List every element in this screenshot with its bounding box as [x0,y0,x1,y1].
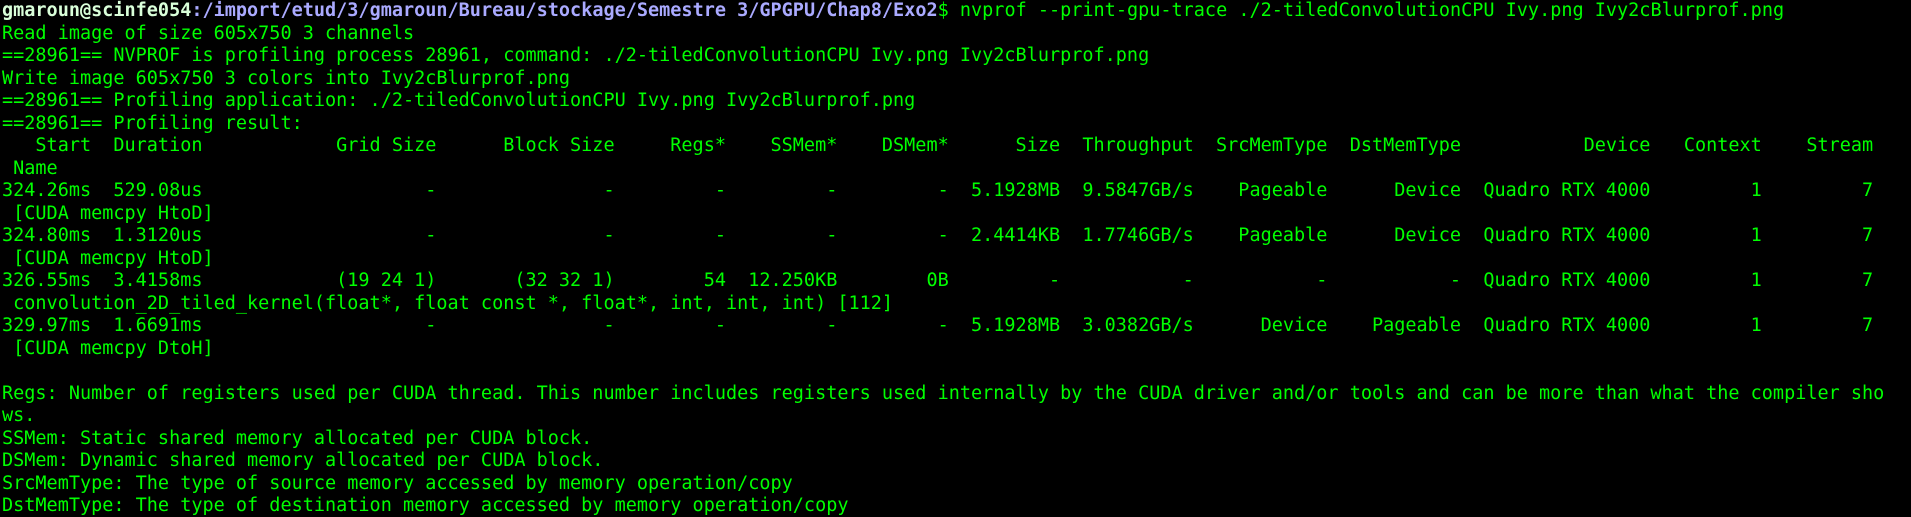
trace-row: 329.97ms 1.6691ms - - - - - 5.1928MB 3.0… [2,315,1874,336]
trace-row: 326.55ms 3.4158ms (19 24 1) (32 32 1) 54… [2,270,1874,291]
legend-line: DstMemType: The type of destination memo… [2,495,849,516]
prompt-separator: : [191,0,203,21]
trace-row-name: [CUDA memcpy DtoH] [2,337,214,359]
legend-line: ws. [2,405,36,426]
trace-row-name: [CUDA memcpy HtoD] [2,247,214,269]
trace-row: 324.26ms 529.08us - - - - - 5.1928MB 9.5… [2,180,1874,201]
trace-row-name: [CUDA memcpy HtoD] [2,202,214,224]
output-line: Write image 605x750 3 colors into Ivy2cB… [2,67,571,89]
legend-line: SrcMemType: The type of source memory ac… [2,472,793,494]
terminal-window[interactable]: gmaroun@scinfe054:/import/etud/3/gmaroun… [0,0,1911,517]
prompt-line: gmaroun@scinfe054:/import/etud/3/gmaroun… [2,0,1784,22]
prompt-user-host: gmaroun@scinfe054 [2,0,192,21]
output-line: ==28961== Profiling result: [2,112,303,134]
prompt-cwd: /import/etud/3/gmaroun/Bureau/stockage/S… [202,0,938,21]
legend-line: DSMem: Dynamic shared memory allocated p… [2,450,604,471]
output-line: ==28961== Profiling application: ./2-til… [2,90,916,111]
trace-row-name: convolution_2D_tiled_kernel(float*, floa… [2,292,894,314]
output-line: Read image of size 605x750 3 channels [2,22,415,44]
prompt-command: nvprof --print-gpu-trace ./2-tiledConvol… [959,0,1785,21]
trace-table-header: Start Duration Grid Size Block Size Regs… [2,135,1874,156]
trace-row: 324.80ms 1.3120us - - - - - 2.4414KB 1.7… [2,225,1874,246]
prompt-symbol: $ [937,0,960,21]
trace-table-header-name: Name [2,157,58,179]
legend-line: Regs: Number of registers used per CUDA … [2,382,1885,404]
legend-line: SSMem: Static shared memory allocated pe… [2,427,593,449]
output-line: ==28961== NVPROF is profiling process 28… [2,45,1150,66]
